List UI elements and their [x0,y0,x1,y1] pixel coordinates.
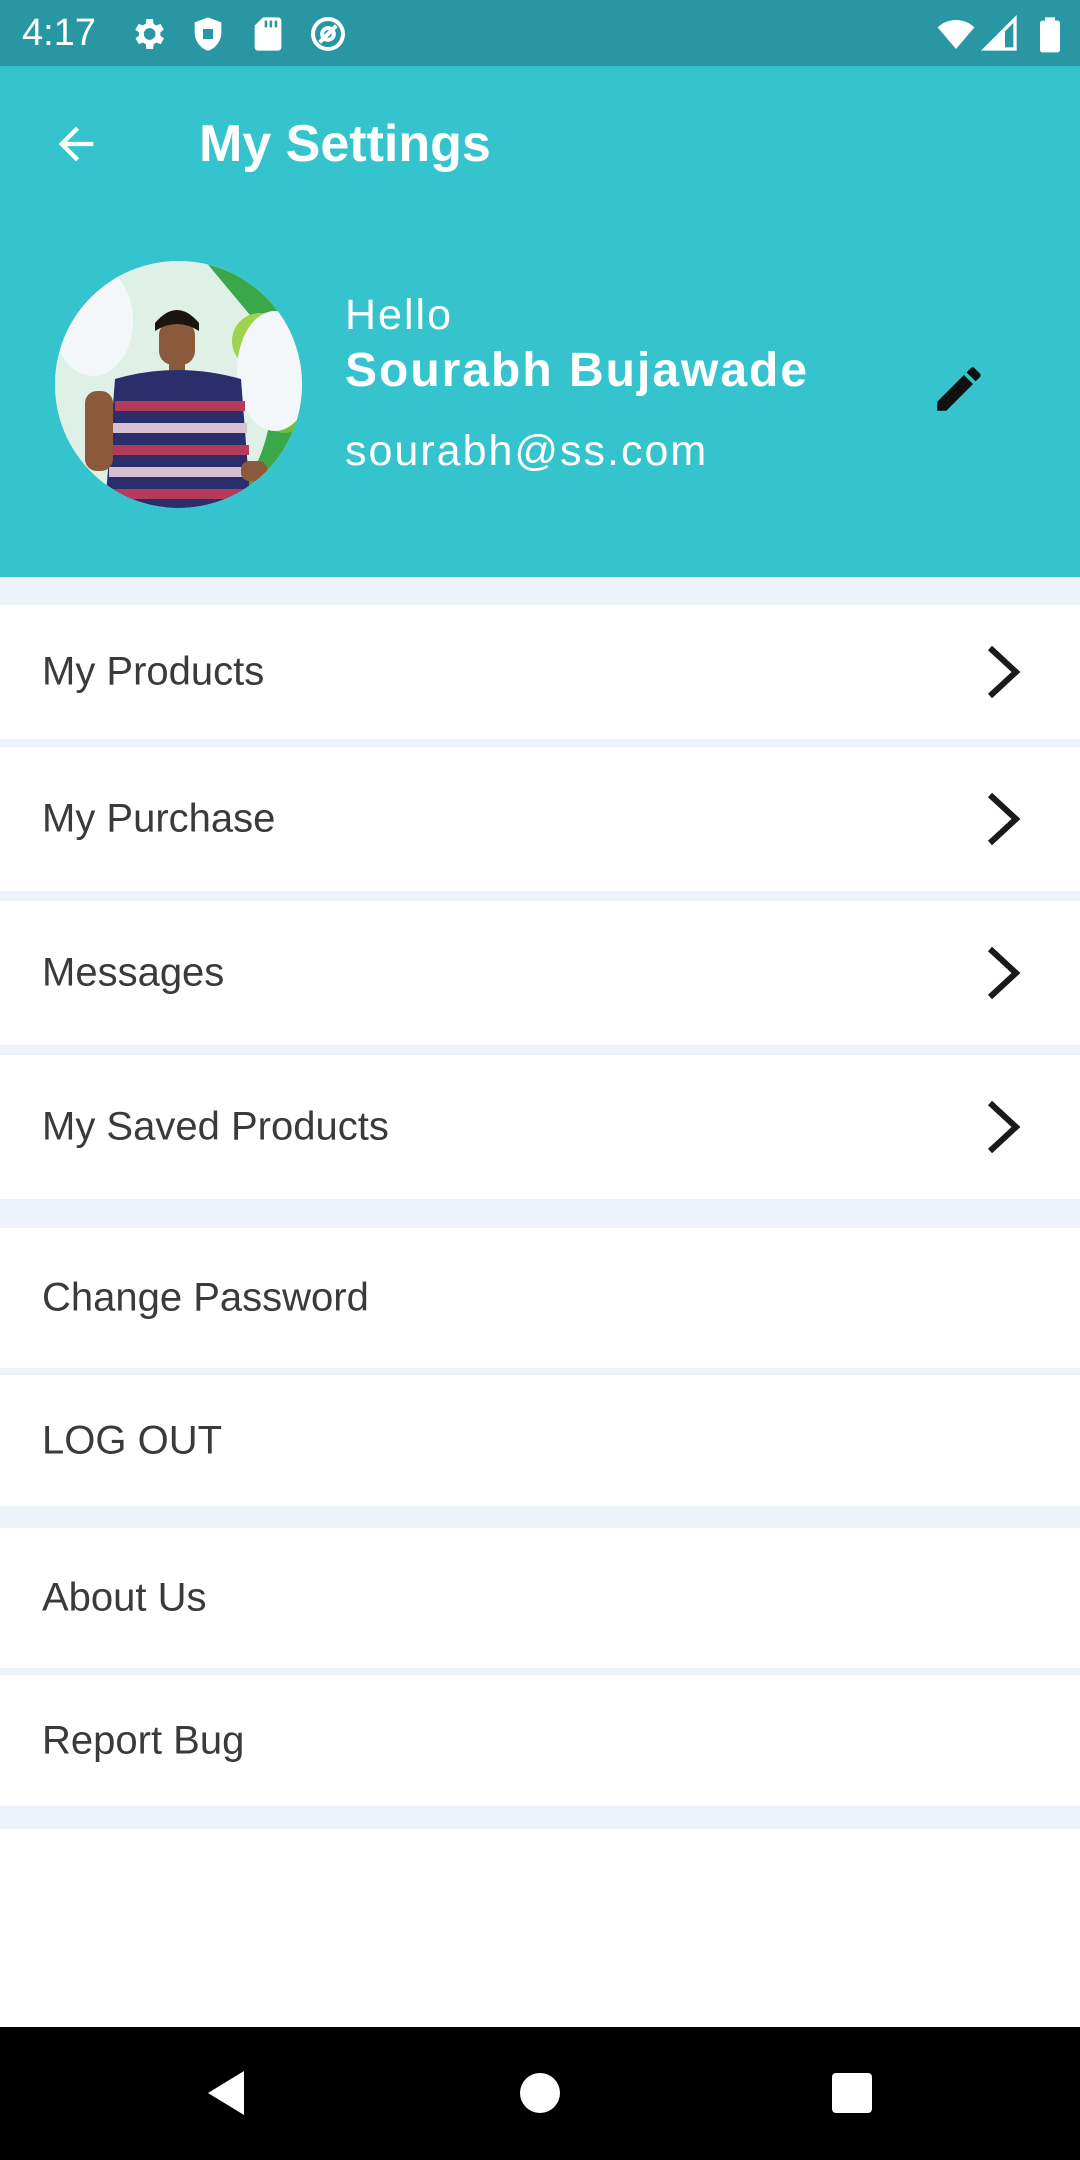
menu-item-label: Change Password [42,1275,369,1320]
nav-recents-button[interactable] [820,2063,884,2127]
menu-item-label: Messages [42,950,225,995]
user-email: sourabh@ss.com [345,427,709,475]
back-triangle-icon [202,2067,250,2124]
status-time: 4:17 [22,12,96,54]
sd-card-icon [248,14,288,54]
avatar[interactable] [55,261,302,508]
arrow-left-icon [50,118,102,175]
nav-back-button[interactable] [194,2063,258,2127]
nav-home-button[interactable] [508,2063,572,2127]
shield-icon [188,14,228,54]
recents-square-icon [830,2071,874,2120]
battery-icon [1030,14,1070,54]
chevron-right-icon [980,789,1028,849]
menu-item-label: My Saved Products [42,1104,389,1149]
at-sign-icon [308,14,348,54]
edit-profile-button[interactable] [924,356,994,426]
signal-icon [980,14,1020,54]
home-circle-icon [518,2071,562,2120]
menu-item-about-us[interactable]: About Us [0,1528,1080,1668]
menu-item-label: My Purchase [42,796,276,841]
chevron-right-icon [980,1097,1028,1157]
wifi-icon [936,14,976,54]
profile-header: My Settings Hello Sourabh Bujawade soura… [0,66,1080,577]
menu-item-report-bug[interactable]: Report Bug [0,1675,1080,1806]
empty-area [0,1829,1080,2027]
back-button[interactable] [46,116,106,176]
gear-icon [128,14,168,54]
menu-item-log-out[interactable]: LOG OUT [0,1375,1080,1506]
user-name: Sourabh Bujawade [345,344,810,397]
menu-item-change-password[interactable]: Change Password [0,1228,1080,1368]
settings-list: My Products My Purchase Messages My Save… [0,577,1080,1829]
menu-item-label: Report Bug [42,1718,245,1762]
chevron-right-icon [980,642,1028,702]
menu-item-label: LOG OUT [42,1418,223,1462]
menu-item-messages[interactable]: Messages [0,901,1080,1045]
menu-item-label: My Products [42,649,265,694]
menu-item-label: About Us [42,1575,207,1620]
pencil-icon [930,360,988,423]
system-nav-bar [0,2027,1080,2160]
menu-item-my-saved-products[interactable]: My Saved Products [0,1055,1080,1199]
page-title: My Settings [199,115,491,173]
menu-item-my-purchase[interactable]: My Purchase [0,747,1080,891]
menu-item-my-products[interactable]: My Products [0,605,1080,739]
status-bar: 4:17 [0,0,1080,66]
chevron-right-icon [980,943,1028,1003]
greeting-text: Hello [345,291,453,339]
